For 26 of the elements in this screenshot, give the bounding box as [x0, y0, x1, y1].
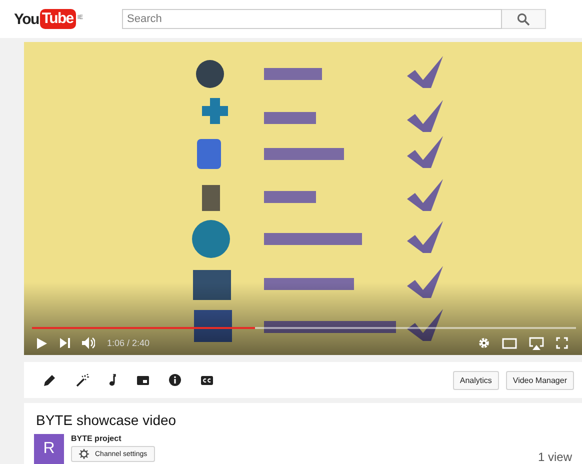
- channel-avatar[interactable]: R: [34, 434, 64, 464]
- logo-badge[interactable]: Tube: [40, 9, 76, 29]
- toolbar-button[interactable]: Video Manager: [506, 370, 574, 390]
- time-display: 1:06 / 2:40: [107, 338, 150, 348]
- info-icon[interactable]: [169, 374, 181, 386]
- video-title: BYTE showcase video: [36, 412, 178, 428]
- theater-mode-icon[interactable]: [502, 338, 517, 348]
- magic-wand-icon[interactable]: [76, 374, 89, 386]
- view-count: 1 view: [538, 450, 572, 464]
- logo-text[interactable]: You: [14, 10, 39, 28]
- airplay-icon[interactable]: [529, 336, 544, 350]
- search-button[interactable]: [502, 9, 546, 29]
- settings-icon[interactable]: [478, 337, 490, 349]
- gear-icon: [79, 449, 89, 459]
- toolbar-button[interactable]: Analytics: [452, 370, 499, 390]
- card-icon[interactable]: [137, 376, 149, 384]
- channel-name[interactable]: BYTE project: [71, 434, 156, 443]
- music-note-icon[interactable]: [109, 374, 117, 386]
- fullscreen-icon[interactable]: [556, 337, 568, 349]
- next-icon[interactable]: [60, 338, 70, 348]
- search-field[interactable]: Search: [122, 9, 502, 29]
- volume-icon[interactable]: [82, 337, 95, 349]
- pencil-icon[interactable]: [44, 374, 56, 386]
- search-icon: [517, 12, 530, 26]
- play-icon[interactable]: [36, 336, 48, 350]
- captions-icon[interactable]: [201, 376, 213, 384]
